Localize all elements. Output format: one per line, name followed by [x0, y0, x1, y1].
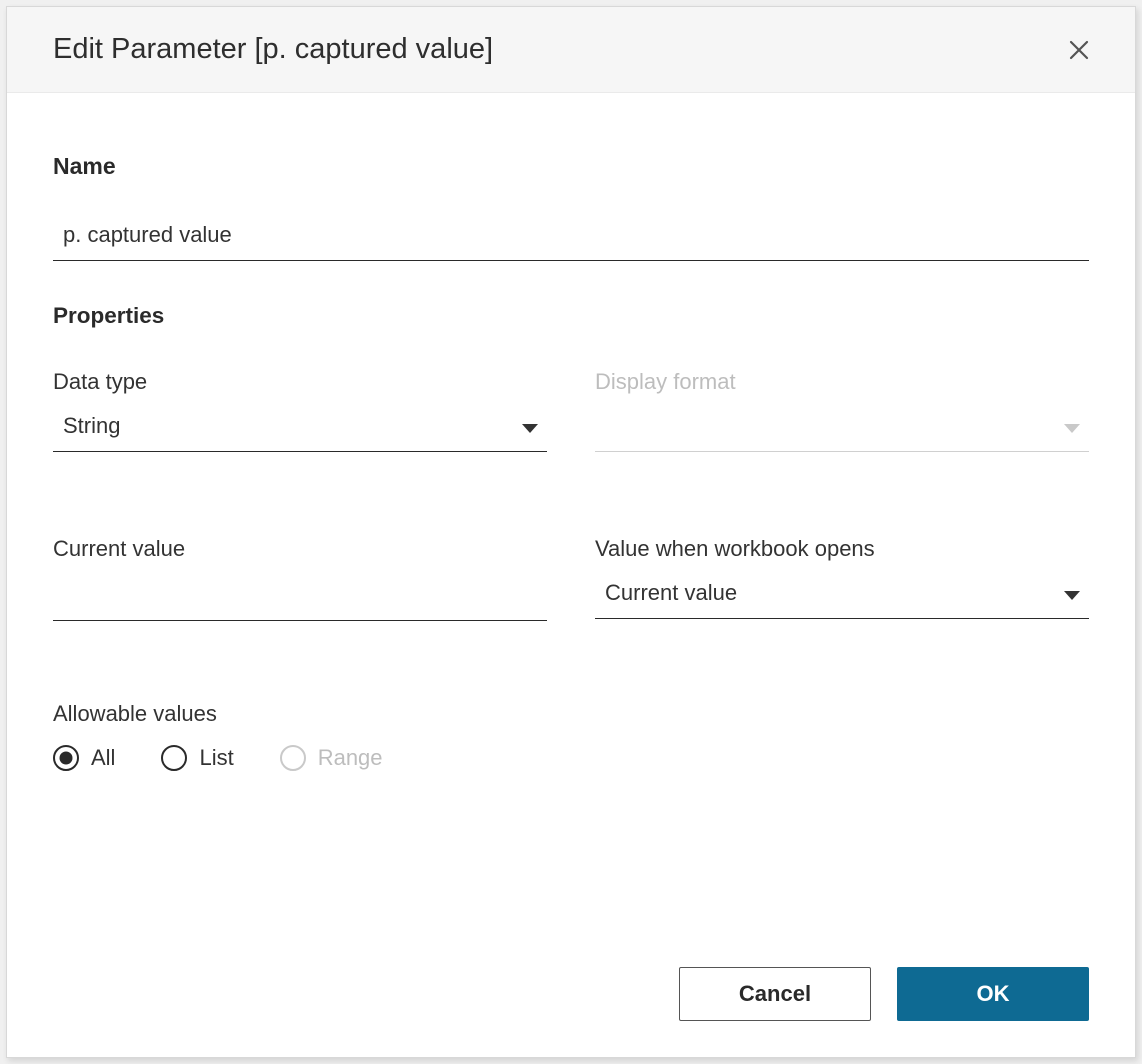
- current-value-label: Current value: [53, 536, 547, 562]
- close-button[interactable]: [1063, 34, 1095, 66]
- radio-icon: [53, 745, 79, 771]
- dialog-title: Edit Parameter [p. captured value]: [53, 33, 493, 66]
- allowable-values-label: Allowable values: [53, 701, 1089, 727]
- caret-down-icon: [1063, 423, 1081, 435]
- cancel-button[interactable]: Cancel: [679, 967, 871, 1021]
- edit-parameter-dialog: Edit Parameter [p. captured value] Name …: [6, 6, 1136, 1058]
- caret-down-icon: [1063, 590, 1081, 602]
- display-format-select: [595, 407, 1089, 452]
- value-on-open-value: Current value: [605, 580, 1079, 608]
- radio-range-label: Range: [318, 745, 383, 771]
- data-type-field: Data type String: [53, 369, 547, 452]
- current-value-field: Current value: [53, 536, 547, 621]
- value-on-open-select[interactable]: Current value: [595, 574, 1089, 619]
- close-icon: [1067, 38, 1091, 62]
- properties-heading: Properties: [53, 303, 1089, 329]
- radio-icon: [161, 745, 187, 771]
- name-input[interactable]: [53, 214, 1089, 261]
- properties-row-2: Current value Value when workbook opens …: [53, 536, 1089, 621]
- display-format-label: Display format: [595, 369, 1089, 395]
- display-format-field: Display format: [595, 369, 1089, 452]
- properties-row-1: Data type String Display format: [53, 369, 1089, 452]
- radio-all-label: All: [91, 745, 115, 771]
- caret-down-icon: [521, 423, 539, 435]
- data-type-select[interactable]: String: [53, 407, 547, 452]
- value-on-open-label: Value when workbook opens: [595, 536, 1089, 562]
- ok-button[interactable]: OK: [897, 967, 1089, 1021]
- radio-range: Range: [280, 745, 383, 771]
- radio-list-label: List: [199, 745, 233, 771]
- dialog-body: Name Properties Data type String Display…: [7, 93, 1135, 947]
- display-format-value: [605, 413, 1079, 441]
- data-type-label: Data type: [53, 369, 547, 395]
- name-label: Name: [53, 153, 1089, 180]
- radio-icon: [280, 745, 306, 771]
- data-type-value: String: [63, 413, 537, 441]
- dialog-footer: Cancel OK: [7, 947, 1135, 1057]
- dialog-header: Edit Parameter [p. captured value]: [7, 7, 1135, 93]
- allowable-values-radio-group: All List Range: [53, 745, 1089, 771]
- current-value-input[interactable]: [53, 574, 547, 621]
- value-on-open-field: Value when workbook opens Current value: [595, 536, 1089, 621]
- allowable-values-section: Allowable values All List Range: [53, 701, 1089, 771]
- radio-all[interactable]: All: [53, 745, 115, 771]
- radio-list[interactable]: List: [161, 745, 233, 771]
